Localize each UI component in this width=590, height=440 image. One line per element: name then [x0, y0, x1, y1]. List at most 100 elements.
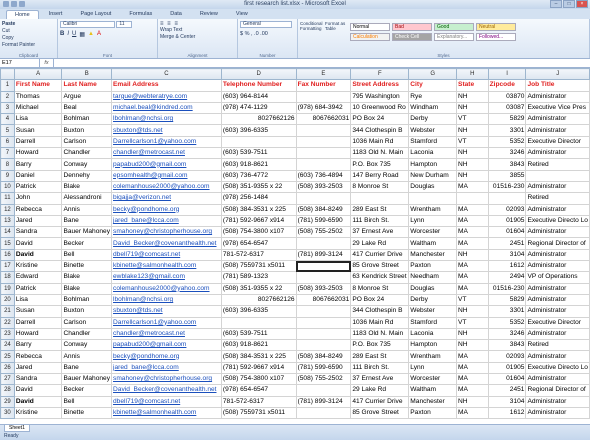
cell-j4[interactable]: Administrator — [525, 113, 590, 126]
cell-b24[interactable]: Conway — [61, 339, 113, 352]
cell-h5[interactable]: NH — [456, 124, 489, 137]
cell-b5[interactable]: Buxton — [61, 124, 113, 137]
cell-b22[interactable]: Carlson — [61, 316, 113, 329]
cell-h8[interactable]: NH — [456, 158, 489, 171]
row-header[interactable]: 13 — [0, 214, 15, 228]
cell-i12[interactable]: 02093 — [487, 203, 527, 216]
cell-h28[interactable]: MA — [456, 384, 489, 397]
cell-g26[interactable]: Lynn — [408, 361, 458, 375]
cell-j15[interactable]: Regional Director of — [525, 237, 590, 250]
cell-b9[interactable]: Dennehy — [61, 169, 113, 182]
cell-e22[interactable] — [295, 316, 352, 329]
cell-f20[interactable]: PO Box 24 — [350, 293, 410, 307]
cell-a8[interactable]: Barry — [13, 158, 63, 171]
cell-h29[interactable]: NH — [456, 395, 489, 408]
cell-e4[interactable]: 8067662031 — [295, 113, 352, 126]
cell-f11[interactable] — [350, 192, 410, 205]
cell-a14[interactable]: Sandra — [13, 226, 63, 239]
cell-a3[interactable]: Michael — [13, 101, 63, 115]
cell-a1[interactable]: First Name — [13, 79, 63, 92]
sheet-tab-sheet1[interactable]: Sheet1 — [4, 425, 30, 432]
cell-f29[interactable]: 417 Currier Drive — [350, 395, 410, 408]
cell-j13[interactable]: Executive Directo Lo — [525, 214, 590, 228]
style-check-cell[interactable]: Check Cell — [392, 33, 432, 41]
cell-b28[interactable]: Becker — [61, 384, 113, 397]
cell-j20[interactable]: Administrator — [525, 293, 590, 307]
cell-g12[interactable]: Wrentham — [408, 203, 458, 216]
office-button-icon[interactable] — [3, 1, 9, 7]
cell-d30[interactable]: (508) 7559731 x5011 — [220, 406, 297, 420]
cell-a16[interactable]: David — [13, 248, 63, 262]
wrap-text-button[interactable]: Wrap Text — [160, 27, 235, 34]
cell-i6[interactable]: 5352 — [487, 135, 527, 149]
format-painter-button[interactable]: Format Painter — [2, 42, 55, 49]
cell-b29[interactable]: Bell — [61, 395, 113, 408]
cell-h25[interactable]: MA — [456, 350, 489, 363]
cell-i28[interactable]: 2451 — [487, 384, 527, 397]
cell-b15[interactable]: Becker — [61, 237, 113, 250]
cell-j6[interactable]: Executive Director — [525, 135, 590, 149]
cell-b6[interactable]: Carlson — [61, 135, 113, 149]
cell-b21[interactable]: Buxton — [61, 305, 113, 318]
cell-e13[interactable]: (781) 599-6590 — [295, 214, 352, 228]
cell-a12[interactable]: Rebecca — [13, 203, 63, 216]
cell-a15[interactable]: David — [13, 237, 63, 250]
cell-b19[interactable]: Blake — [61, 282, 113, 295]
cell-i24[interactable]: 3843 — [487, 339, 527, 352]
cell-d28[interactable]: (978) 654-6547 — [220, 384, 297, 397]
row-header[interactable]: 23 — [0, 327, 15, 341]
cell-a17[interactable]: Kristine — [13, 260, 63, 273]
cell-g15[interactable]: Waltham — [408, 237, 458, 250]
maximize-button[interactable]: □ — [563, 0, 575, 8]
row-header[interactable]: 4 — [0, 113, 15, 126]
cell-i1[interactable]: Zipcode — [487, 79, 527, 92]
cell-j12[interactable]: Administrator — [525, 203, 590, 216]
cell-d27[interactable]: (508) 754-3800 x107 — [220, 373, 297, 386]
row-header[interactable]: 6 — [0, 135, 15, 149]
cell-i9[interactable]: 3855 — [487, 169, 527, 182]
cell-a9[interactable]: Daniel — [13, 169, 63, 182]
cell-g17[interactable]: Paxton — [408, 260, 458, 273]
cell-g10[interactable]: Douglas — [408, 180, 458, 194]
column-header-j[interactable]: J — [525, 68, 590, 81]
style-normal[interactable]: Normal — [350, 23, 390, 31]
cell-a5[interactable]: Susan — [13, 124, 63, 137]
cell-i21[interactable]: 3301 — [487, 305, 527, 318]
cell-c18[interactable]: ewblake123@gmail.com — [111, 271, 222, 284]
close-button[interactable]: × — [576, 0, 588, 8]
quick-access-toolbar[interactable] — [3, 1, 25, 7]
cell-d8[interactable]: (603) 918-8621 — [220, 158, 297, 171]
cell-a27[interactable]: Sandra — [13, 373, 63, 386]
cell-h21[interactable]: NH — [456, 305, 489, 318]
cell-c1[interactable]: Email Address — [111, 79, 222, 92]
cell-j5[interactable]: Administrator — [525, 124, 590, 137]
cell-j19[interactable]: Administrator — [525, 282, 590, 295]
cell-h2[interactable]: NH — [456, 90, 489, 103]
cell-c6[interactable]: Darrellcarlson1@yahoo.com — [111, 135, 222, 149]
cell-f18[interactable]: 63 Kendrick Street — [350, 271, 410, 284]
cell-g1[interactable]: City — [408, 79, 458, 92]
cell-i30[interactable]: 1612 — [487, 406, 527, 420]
cell-j11[interactable]: Retired — [525, 192, 590, 205]
cell-a11[interactable]: John — [13, 192, 63, 205]
cell-d18[interactable]: (781) 589-1323 — [220, 271, 297, 284]
cell-f21[interactable]: 344 Clothespin B — [350, 305, 410, 318]
cell-g7[interactable]: Laconia — [408, 147, 458, 160]
cell-g20[interactable]: Derby — [408, 293, 458, 307]
cell-c25[interactable]: becky@pondhome.org — [111, 350, 222, 363]
number-format-icons[interactable]: $ % , .0 .00 — [240, 31, 295, 37]
row-header[interactable]: 21 — [0, 305, 15, 318]
cell-i20[interactable]: 5829 — [487, 293, 527, 307]
cell-i11[interactable] — [487, 192, 527, 205]
underline-button[interactable]: U — [72, 31, 76, 38]
merge-center-button[interactable]: Merge & Center — [160, 34, 235, 41]
column-header-d[interactable]: D — [220, 68, 297, 81]
cell-a30[interactable]: Kristine — [13, 406, 63, 420]
cell-h18[interactable]: MA — [456, 271, 489, 284]
row-header[interactable]: 28 — [0, 384, 15, 397]
cell-g19[interactable]: Douglas — [408, 282, 458, 295]
cell-h14[interactable]: MA — [456, 226, 489, 239]
cell-c16[interactable]: dbell719@comcast.net — [111, 248, 222, 262]
formula-input[interactable] — [54, 59, 590, 67]
cell-d17[interactable]: (508) 7559731 x5011 — [220, 260, 297, 273]
